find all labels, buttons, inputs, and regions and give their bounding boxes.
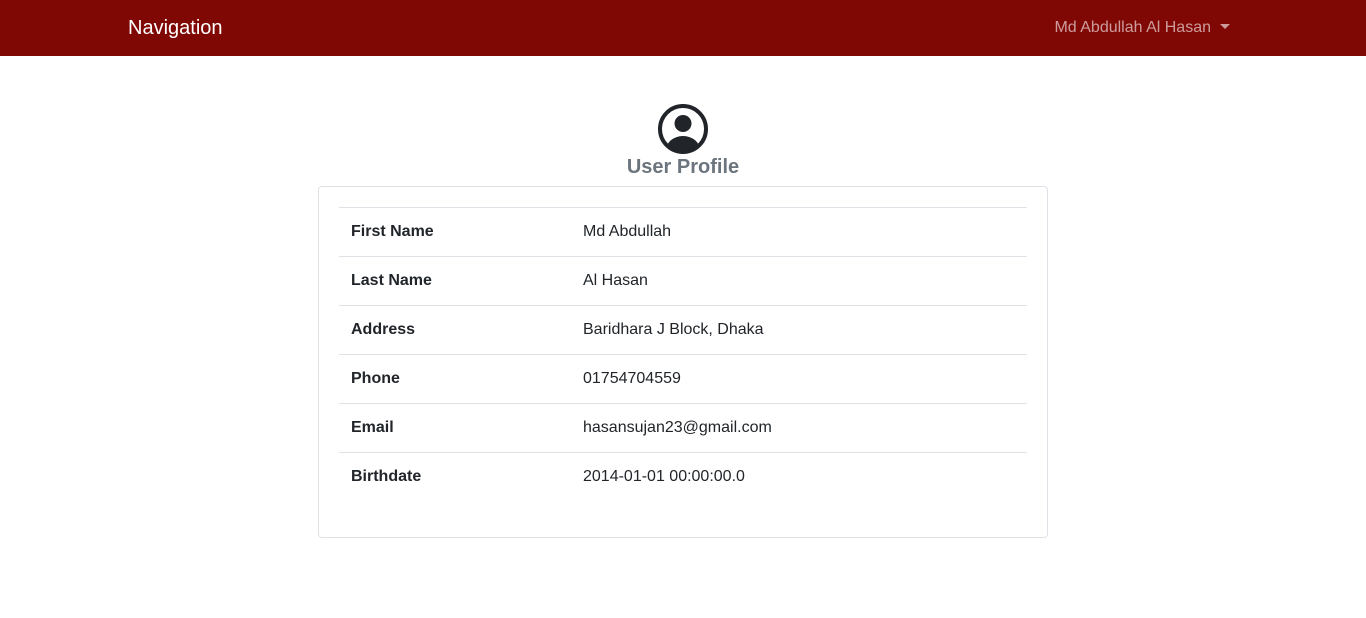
profile-table: First Name Md Abdullah Last Name Al Hasa… bbox=[339, 207, 1027, 502]
user-menu-label: Md Abdullah Al Hasan bbox=[1054, 19, 1211, 36]
table-row: First Name Md Abdullah bbox=[339, 207, 1027, 257]
chevron-down-icon bbox=[1220, 23, 1230, 29]
table-row: Last Name Al Hasan bbox=[339, 256, 1027, 306]
profile-card: First Name Md Abdullah Last Name Al Hasa… bbox=[318, 186, 1048, 538]
table-row: Email hasansujan23@gmail.com bbox=[339, 403, 1027, 453]
row-value: Md Abdullah bbox=[571, 207, 1027, 257]
row-label: First Name bbox=[339, 207, 571, 257]
row-value: 2014-01-01 00:00:00.0 bbox=[571, 452, 1027, 502]
row-label: Birthdate bbox=[339, 452, 571, 502]
row-value: hasansujan23@gmail.com bbox=[571, 403, 1027, 453]
table-row: Birthdate 2014-01-01 00:00:00.0 bbox=[339, 452, 1027, 502]
table-row: Address Baridhara J Block, Dhaka bbox=[339, 305, 1027, 355]
user-circle-icon bbox=[658, 104, 708, 154]
row-value: 01754704559 bbox=[571, 354, 1027, 404]
row-label: Phone bbox=[339, 354, 571, 404]
row-label: Last Name bbox=[339, 256, 571, 306]
navbar-brand[interactable]: Navigation bbox=[128, 0, 223, 56]
page-title: User Profile bbox=[626, 156, 740, 178]
row-value: Baridhara J Block, Dhaka bbox=[571, 305, 1027, 355]
table-row: Phone 01754704559 bbox=[339, 354, 1027, 404]
row-label: Address bbox=[339, 305, 571, 355]
top-navbar: Navigation Md Abdullah Al Hasan bbox=[0, 0, 1366, 56]
row-value: Al Hasan bbox=[571, 256, 1027, 306]
user-dropdown-toggle[interactable]: Md Abdullah Al Hasan bbox=[1054, 0, 1230, 56]
row-label: Email bbox=[339, 403, 571, 453]
